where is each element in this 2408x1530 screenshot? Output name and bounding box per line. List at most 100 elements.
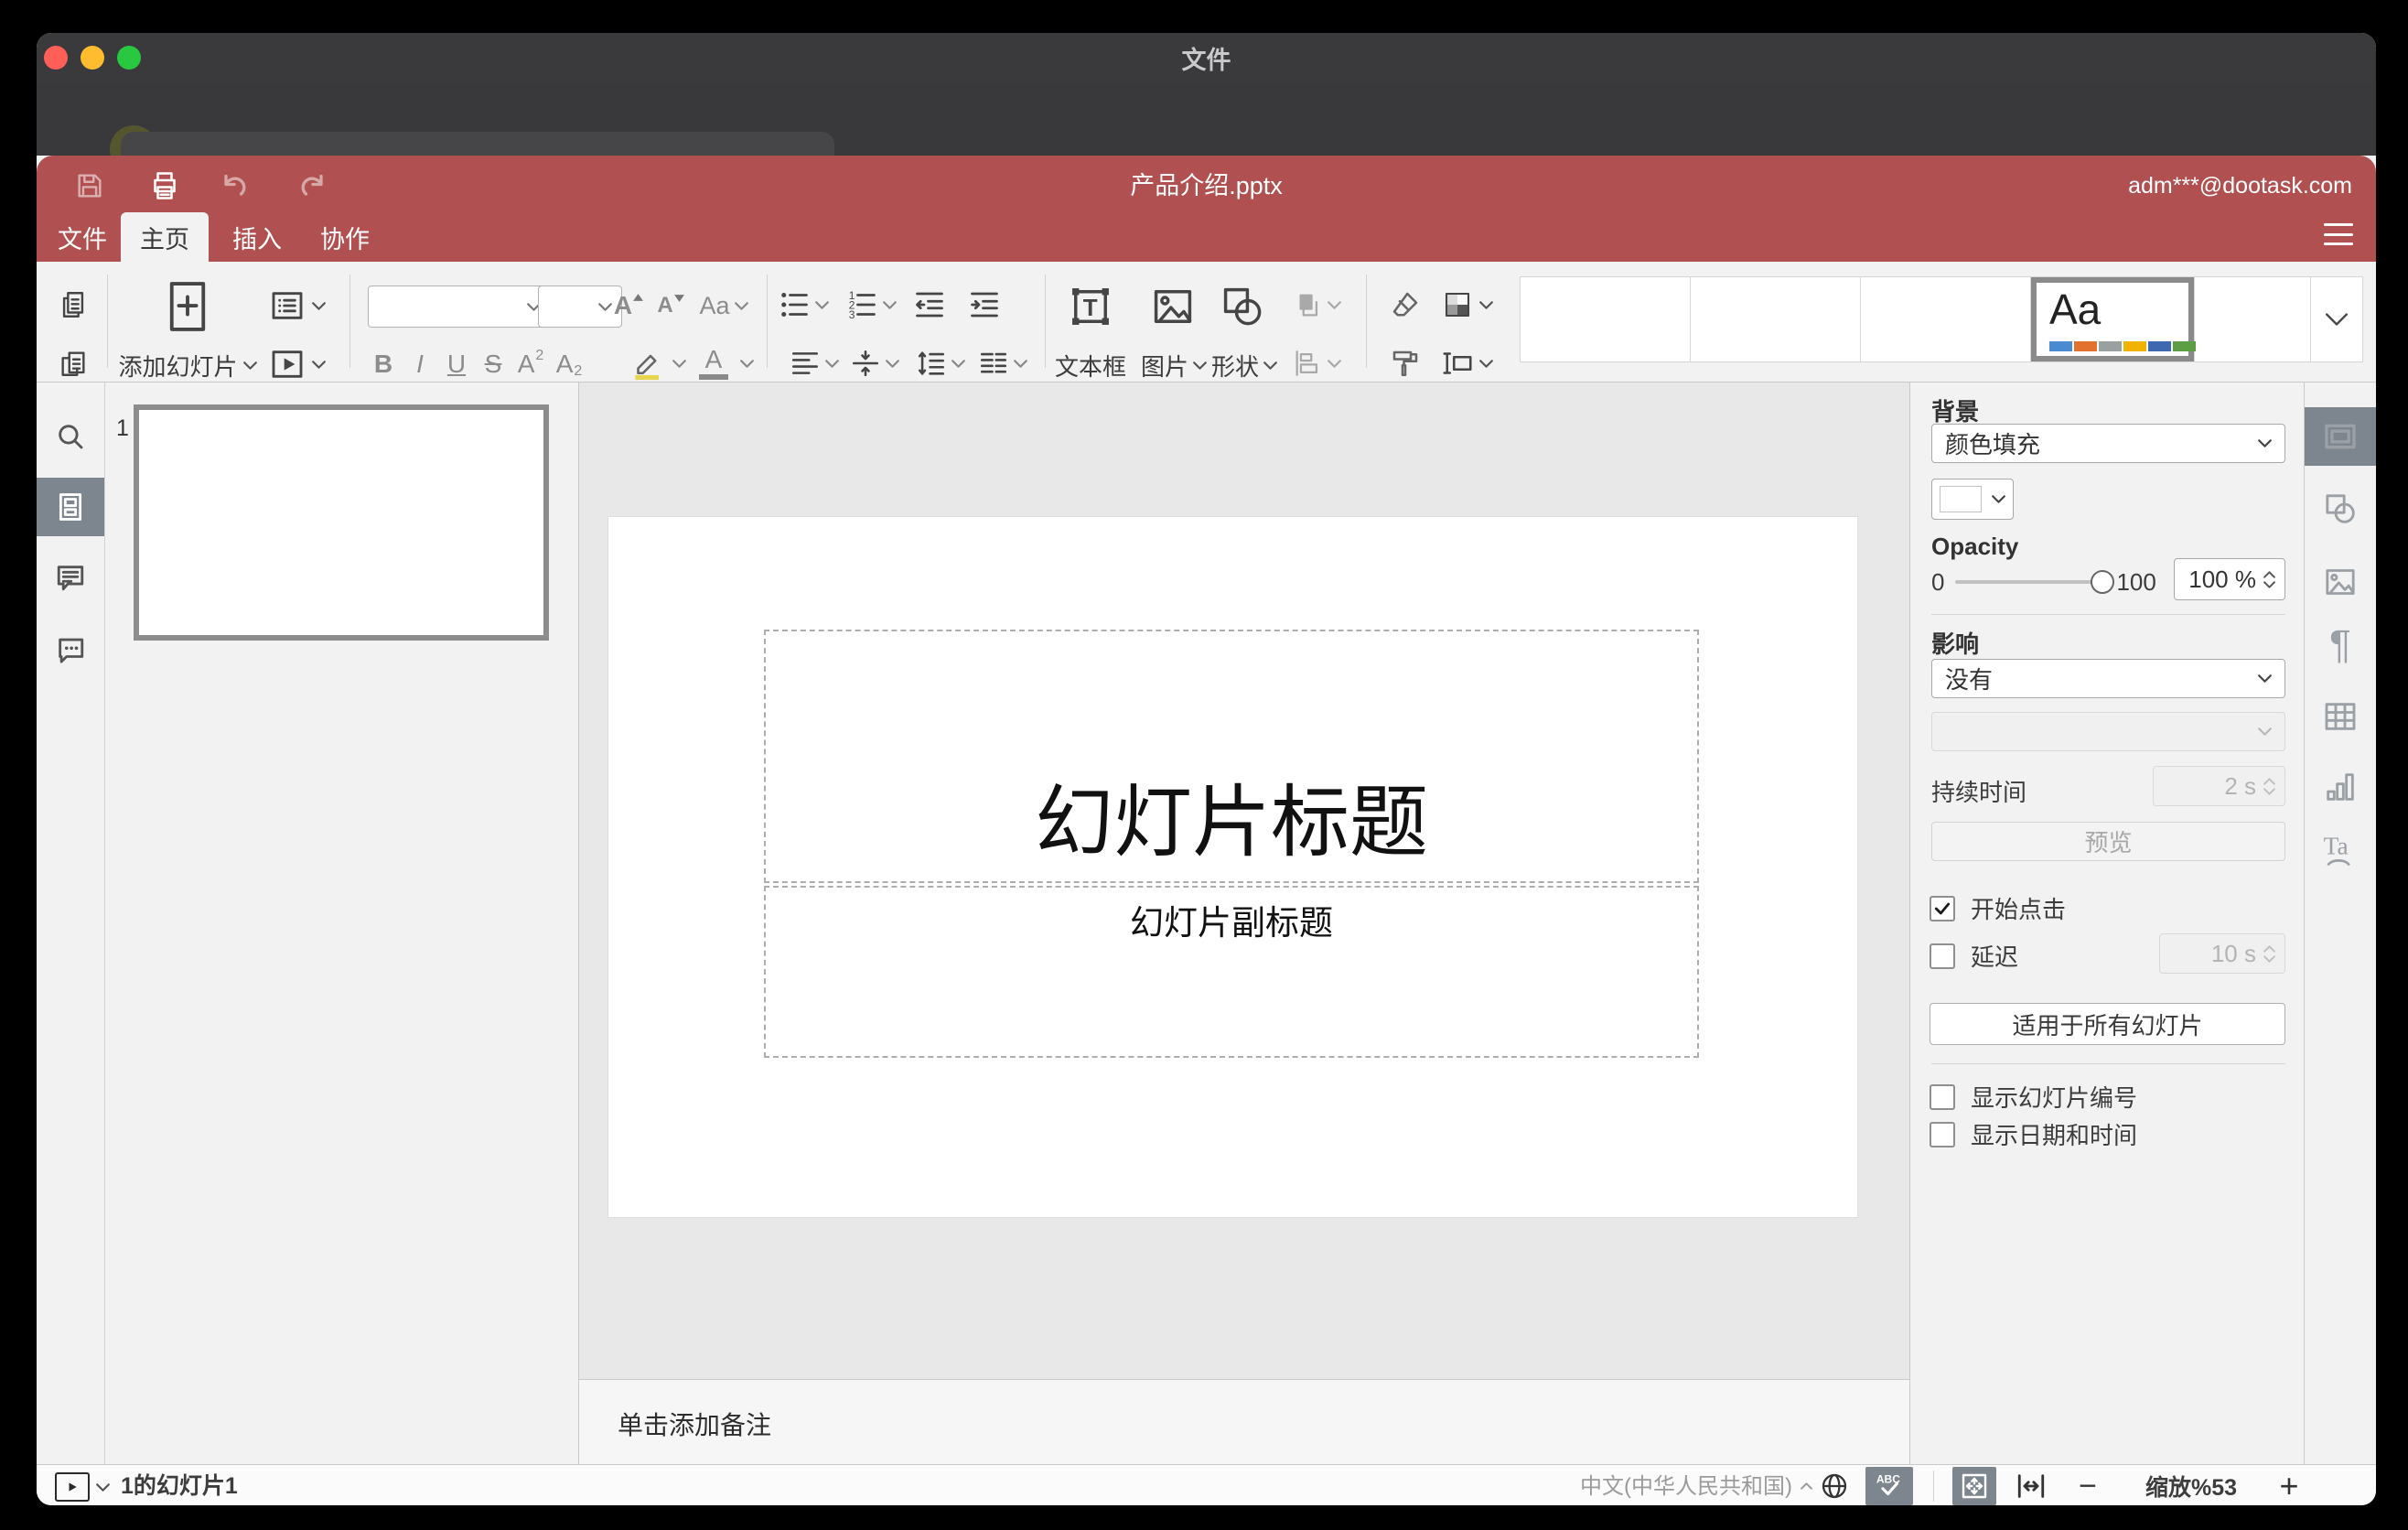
tab-collaboration[interactable]: 协作 [304,212,386,262]
eraser-icon[interactable] [1381,284,1429,326]
add-slide-icon[interactable] [145,278,231,335]
columns-button[interactable] [973,342,1032,384]
strikethrough-button[interactable]: S [476,344,511,384]
add-slide-button[interactable]: 添加幻灯片 [115,350,260,381]
slides-thumbnail-panel: 1 [105,382,579,1464]
spell-check-icon[interactable]: ABC [1865,1467,1913,1505]
font-color-arrow[interactable] [737,350,756,377]
start-on-click-checkbox[interactable] [1930,895,1955,921]
fit-width-icon[interactable] [2011,1471,2051,1502]
numbered-list-button[interactable]: 123 [842,284,900,326]
chart-settings-icon[interactable] [2305,758,2376,816]
text-box-icon[interactable]: T [1063,278,1118,335]
delay-value: 10 s [2210,939,2256,967]
effect-select[interactable]: 没有 [1931,659,2285,698]
tab-home[interactable]: 主页 [121,212,209,262]
zoom-in-button[interactable]: + [2269,1467,2309,1504]
spellcheck-language-globe-icon[interactable] [1815,1469,1854,1503]
highlight-color-icon[interactable] [626,344,670,384]
background-color-picker[interactable] [1931,479,2014,520]
opacity-value-spinner[interactable]: 100 % [2174,558,2285,600]
slide-size-button[interactable] [1436,342,1497,384]
font-color-button[interactable]: A [693,342,734,384]
paint-roller-icon[interactable] [1381,342,1429,384]
shape-button[interactable]: 形状 [1204,350,1285,381]
bullet-list-button[interactable] [774,284,833,326]
slide-settings-icon[interactable] [2305,407,2376,466]
title-placeholder[interactable]: 幻灯片标题 [764,630,1699,883]
start-slideshow-button[interactable] [263,342,329,386]
theme-colors-button[interactable] [1436,284,1497,326]
image-button[interactable]: 图片 [1134,350,1213,381]
menu-icon[interactable] [2324,223,2353,245]
start-on-click-label: 开始点击 [1971,896,2067,923]
align-shape-button[interactable] [1288,342,1345,384]
background-fill-select[interactable]: 颜色填充 [1931,424,2285,463]
search-icon[interactable] [37,410,104,463]
tab-insert[interactable]: 插入 [216,212,298,262]
tab-file[interactable]: 文件 [44,212,121,262]
slide-position-info: 1的幻灯片1 [121,1473,238,1499]
subtitle-placeholder[interactable]: 幻灯片副标题 [764,886,1699,1058]
image-settings-icon[interactable] [2305,553,2376,611]
table-settings-icon[interactable] [2305,687,2376,746]
text-box-button[interactable]: 文本框 [1047,350,1134,381]
increase-indent-icon[interactable] [962,284,1006,326]
theme-thumbnail[interactable] [1861,277,2031,361]
theme-thumbnail-selected[interactable]: Aa [2031,277,2196,361]
paste-icon[interactable] [53,344,93,382]
opacity-slider-thumb[interactable] [2091,570,2115,594]
fit-slide-icon[interactable] [1952,1467,1996,1505]
slides-panel-icon[interactable] [37,478,104,536]
slide-thumbnail[interactable] [134,404,549,641]
italic-button[interactable]: I [403,344,437,384]
show-slide-number-checkbox[interactable] [1930,1083,1955,1110]
underline-button[interactable]: U [439,344,474,384]
highlight-color-arrow[interactable] [670,350,688,377]
change-case-label: Aa [699,291,730,319]
font-name-select[interactable] [368,286,551,328]
zoom-out-button[interactable]: − [2069,1469,2106,1503]
slide-layout-button[interactable] [263,284,329,328]
editor-header: 产品介绍.pptx adm***@dootask.com 文件 主页 插入 协作 [37,156,2376,262]
shape-settings-icon[interactable] [2305,479,2376,538]
apply-to-all-slides-button[interactable]: 适用于所有幻灯片 [1930,1003,2285,1045]
shape-icon[interactable] [1215,278,1270,335]
image-label: 图片 [1140,352,1188,381]
opacity-slider-track[interactable] [1955,570,2115,594]
change-case-button[interactable]: Aa [692,286,756,326]
theme-thumbnail[interactable] [1521,277,1691,361]
show-date-checkbox[interactable] [1930,1121,1955,1148]
subscript-button[interactable]: A 2 [551,344,587,384]
increase-font-size-button[interactable]: A [609,286,648,326]
language-indicator[interactable]: 中文(中华人民共和国) [1580,1474,1792,1500]
text-art-settings-icon[interactable]: Ta [2305,820,2376,878]
theme-gallery-expand-icon[interactable] [2311,277,2362,361]
superscript-button[interactable]: A 2 [512,344,549,384]
start-slideshow-status-icon[interactable] [55,1472,90,1502]
line-spacing-button[interactable] [911,342,970,384]
decrease-font-size-button[interactable]: A [651,286,690,326]
preview-button-label: 预览 [2084,829,2133,857]
slide-canvas[interactable]: 幻灯片标题 幻灯片副标题 [608,517,1857,1217]
chat-icon[interactable] [37,622,104,675]
comments-icon[interactable] [37,551,104,604]
paragraph-settings-icon[interactable]: ¶ [2305,616,2376,674]
theme-thumbnail[interactable] [1691,277,1861,361]
theme-thumbnail[interactable] [2195,277,2311,361]
copy-icon[interactable] [53,286,93,324]
bold-label: B [373,350,393,378]
language-caret-icon[interactable] [1797,1476,1815,1496]
image-icon[interactable] [1145,278,1200,335]
horizontal-align-button[interactable] [785,342,844,384]
arrange-shape-button[interactable] [1288,284,1345,326]
slide-title-text: 幻灯片标题 [1035,779,1428,867]
status-divider [1933,1471,1934,1502]
bold-button[interactable]: B [366,344,401,384]
slideshow-options-arrow[interactable] [93,1476,112,1498]
vertical-align-button[interactable] [845,342,904,384]
delay-checkbox[interactable] [1930,943,1955,969]
notes-area[interactable]: 单击添加备注 [579,1379,1909,1464]
duration-value: 2 s [2224,771,2256,800]
decrease-indent-icon[interactable] [908,284,951,326]
